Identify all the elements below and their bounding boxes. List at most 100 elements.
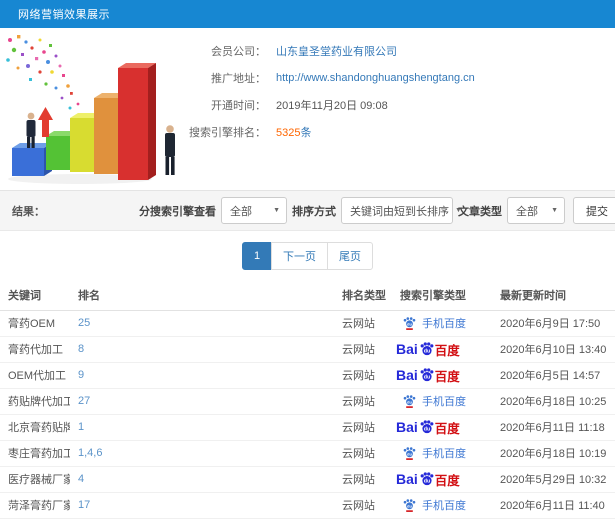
rank-type-cell: 云网站 bbox=[334, 414, 392, 441]
keyword-cell: 膏药代加工 bbox=[0, 336, 70, 363]
svg-text:du: du bbox=[407, 503, 412, 508]
rank-link[interactable]: 1 bbox=[70, 414, 334, 441]
filter-band: 结果： 分搜索引擎查看 全部 ▼ 排序方式 关键词由短到长排序 ▼ 文章类型 全… bbox=[0, 190, 615, 231]
article-type-label: 文章类型 bbox=[458, 205, 502, 218]
updated-cell: 2020年6月10日 13:40 bbox=[492, 336, 615, 363]
keyword-cell: 北京膏药贴牌 bbox=[0, 414, 70, 441]
engine-filter-label: 分搜索引擎查看 bbox=[139, 205, 216, 218]
col-rank: 排名 bbox=[70, 280, 334, 311]
seo-rank-row: 搜索引擎排名： 5325条 bbox=[186, 118, 615, 145]
next-page-button[interactable]: 下一页 bbox=[271, 241, 328, 270]
open-time-value: 2019年11月20日 09:08 bbox=[276, 99, 388, 112]
chevron-down-icon: ▼ bbox=[273, 207, 280, 214]
baidu-paw-icon: du bbox=[420, 472, 434, 486]
engine-select[interactable]: 全部 ▼ bbox=[221, 197, 287, 224]
rank-link[interactable]: 1,4,6 bbox=[70, 440, 334, 467]
svg-text:du: du bbox=[407, 451, 412, 456]
page-1-button[interactable]: 1 bbox=[242, 241, 272, 270]
seo-rank-suffix: 条 bbox=[300, 126, 312, 139]
keyword-cell: OEM代加工 bbox=[0, 362, 70, 389]
table-row: OEM代加工 9 云网站 du 百度 Bai bbox=[0, 362, 615, 389]
rank-type-cell: 云网站 bbox=[334, 492, 392, 519]
baidu-paw-icon: du bbox=[403, 446, 416, 460]
keyword-cell: 菏泽膏药厂家 bbox=[0, 492, 70, 519]
businessman-left bbox=[26, 112, 36, 148]
top-bar: 网络营销效果展示 bbox=[0, 0, 615, 28]
sort-select[interactable]: 关键词由短到长排序 ▼ bbox=[341, 197, 462, 224]
rank-link[interactable]: 8 bbox=[70, 336, 334, 363]
table-row: 医疗器械厂家 4 云网站 du 百度 Bai bbox=[0, 466, 615, 493]
seo-rank-label: 搜索引擎排名： bbox=[189, 126, 266, 139]
open-time-row: 开通时间： 2019年11月20日 09:08 bbox=[186, 91, 615, 118]
svg-text:du: du bbox=[407, 399, 412, 404]
growth-arrow-icon bbox=[38, 107, 53, 137]
rank-link[interactable]: 9 bbox=[70, 362, 334, 389]
table-row: 药贴牌代加工 27 云网站 du 手机百度 Bai bbox=[0, 388, 615, 415]
promo-url-row: 推广地址： http://www.shandonghuangshengtang.… bbox=[186, 64, 615, 91]
chevron-down-icon: ▼ bbox=[551, 207, 558, 214]
updated-cell: 2020年6月18日 10:19 bbox=[492, 440, 615, 467]
updated-cell: 2020年5月29日 10:32 bbox=[492, 466, 615, 493]
baidu-paw-icon: du bbox=[403, 498, 416, 512]
svg-text:du: du bbox=[424, 479, 431, 485]
pagination-area: 1 下一页 尾页 bbox=[0, 231, 615, 280]
table-row: 膏药OEM 25 云网站 du 手机百度 Bai bbox=[0, 310, 615, 337]
results-table: 关键词 排名 排名类型 搜索引擎类型 最新更新时间 膏药OEM 25 云网站 d… bbox=[0, 280, 615, 519]
engine-cell: du 百度 Bai du 百度 bbox=[392, 466, 492, 493]
mobile-baidu-logo: du 手机百度 bbox=[396, 315, 492, 331]
svg-text:du: du bbox=[424, 427, 431, 433]
table-header-row: 关键词 排名 排名类型 搜索引擎类型 最新更新时间 bbox=[0, 280, 615, 311]
rank-type-cell: 云网站 bbox=[334, 362, 392, 389]
updated-cell: 2020年6月18日 10:25 bbox=[492, 388, 615, 415]
rank-link[interactable]: 4 bbox=[70, 466, 334, 493]
info-section: 会员公司： 山东皇圣堂药业有限公司 推广地址： http://www.shand… bbox=[0, 28, 615, 190]
engine-cell: du 百度 Bai du 百度 bbox=[392, 336, 492, 363]
table-row: 枣庄膏药加工 1,4,6 云网站 du 手机百度 Bai bbox=[0, 440, 615, 467]
keyword-cell: 医疗器械厂家 bbox=[0, 466, 70, 493]
table-row: 北京膏药贴牌 1 云网站 du 百度 Bai bbox=[0, 414, 615, 441]
rank-link[interactable]: 27 bbox=[70, 388, 334, 415]
member-company-row: 会员公司： 山东皇圣堂药业有限公司 bbox=[186, 37, 615, 64]
updated-cell: 2020年6月11日 11:18 bbox=[492, 414, 615, 441]
rank-link[interactable]: 17 bbox=[70, 492, 334, 519]
engine-cell: du 百度 Bai du 百度 bbox=[392, 362, 492, 389]
engine-cell: du 手机百度 Bai du 百度 bbox=[392, 492, 492, 519]
member-company-link[interactable]: 山东皇圣堂药业有限公司 bbox=[276, 43, 397, 59]
page-title: 网络营销效果展示 bbox=[18, 9, 110, 21]
result-label: 结果： bbox=[12, 205, 45, 218]
last-page-button[interactable]: 尾页 bbox=[327, 241, 373, 270]
updated-cell: 2020年6月5日 14:57 bbox=[492, 362, 615, 389]
seo-rank-count: 5325 bbox=[276, 126, 301, 139]
sort-filter-label: 排序方式 bbox=[292, 205, 336, 218]
svg-text:du: du bbox=[424, 349, 431, 355]
rank-type-cell: 云网站 bbox=[334, 336, 392, 363]
submit-button[interactable]: 提交 bbox=[573, 197, 615, 224]
promo-url-link[interactable]: http://www.shandonghuangshengtang.cn bbox=[276, 72, 475, 84]
col-updated: 最新更新时间 bbox=[492, 280, 615, 311]
engine-cell: du 百度 Bai du 百度 bbox=[392, 414, 492, 441]
baidu-paw-icon: du bbox=[420, 342, 434, 356]
member-company-label: 会员公司： bbox=[211, 45, 266, 58]
baidu-paw-icon: du bbox=[420, 368, 434, 382]
keyword-cell: 膏药OEM bbox=[0, 310, 70, 337]
bar-chart-growth-illustration bbox=[0, 28, 186, 188]
svg-text:du: du bbox=[407, 321, 412, 326]
rank-link[interactable]: 25 bbox=[70, 310, 334, 337]
engine-cell: du 手机百度 Bai du 百度 bbox=[392, 440, 492, 467]
businessman-right bbox=[165, 125, 175, 175]
mobile-baidu-logo: du 手机百度 bbox=[396, 497, 492, 513]
updated-cell: 2020年6月11日 11:40 bbox=[492, 492, 615, 519]
rank-type-cell: 云网站 bbox=[334, 466, 392, 493]
article-type-select[interactable]: 全部 ▼ bbox=[507, 197, 565, 224]
filter-controls: 分搜索引擎查看 全部 ▼ 排序方式 关键词由短到长排序 ▼ 文章类型 全部 ▼ … bbox=[134, 197, 615, 224]
svg-text:du: du bbox=[424, 375, 431, 381]
mobile-baidu-logo: du 手机百度 bbox=[396, 445, 492, 461]
baidu-pc-logo: Bai du 百度 bbox=[396, 419, 460, 436]
rank-type-cell: 云网站 bbox=[334, 310, 392, 337]
keyword-cell: 枣庄膏药加工 bbox=[0, 440, 70, 467]
updated-cell: 2020年6月9日 17:50 bbox=[492, 310, 615, 337]
pagination: 1 下一页 尾页 bbox=[242, 241, 373, 270]
baidu-pc-logo: Bai du 百度 bbox=[396, 341, 460, 358]
col-keyword: 关键词 bbox=[0, 280, 70, 311]
baidu-paw-icon: du bbox=[403, 394, 416, 408]
